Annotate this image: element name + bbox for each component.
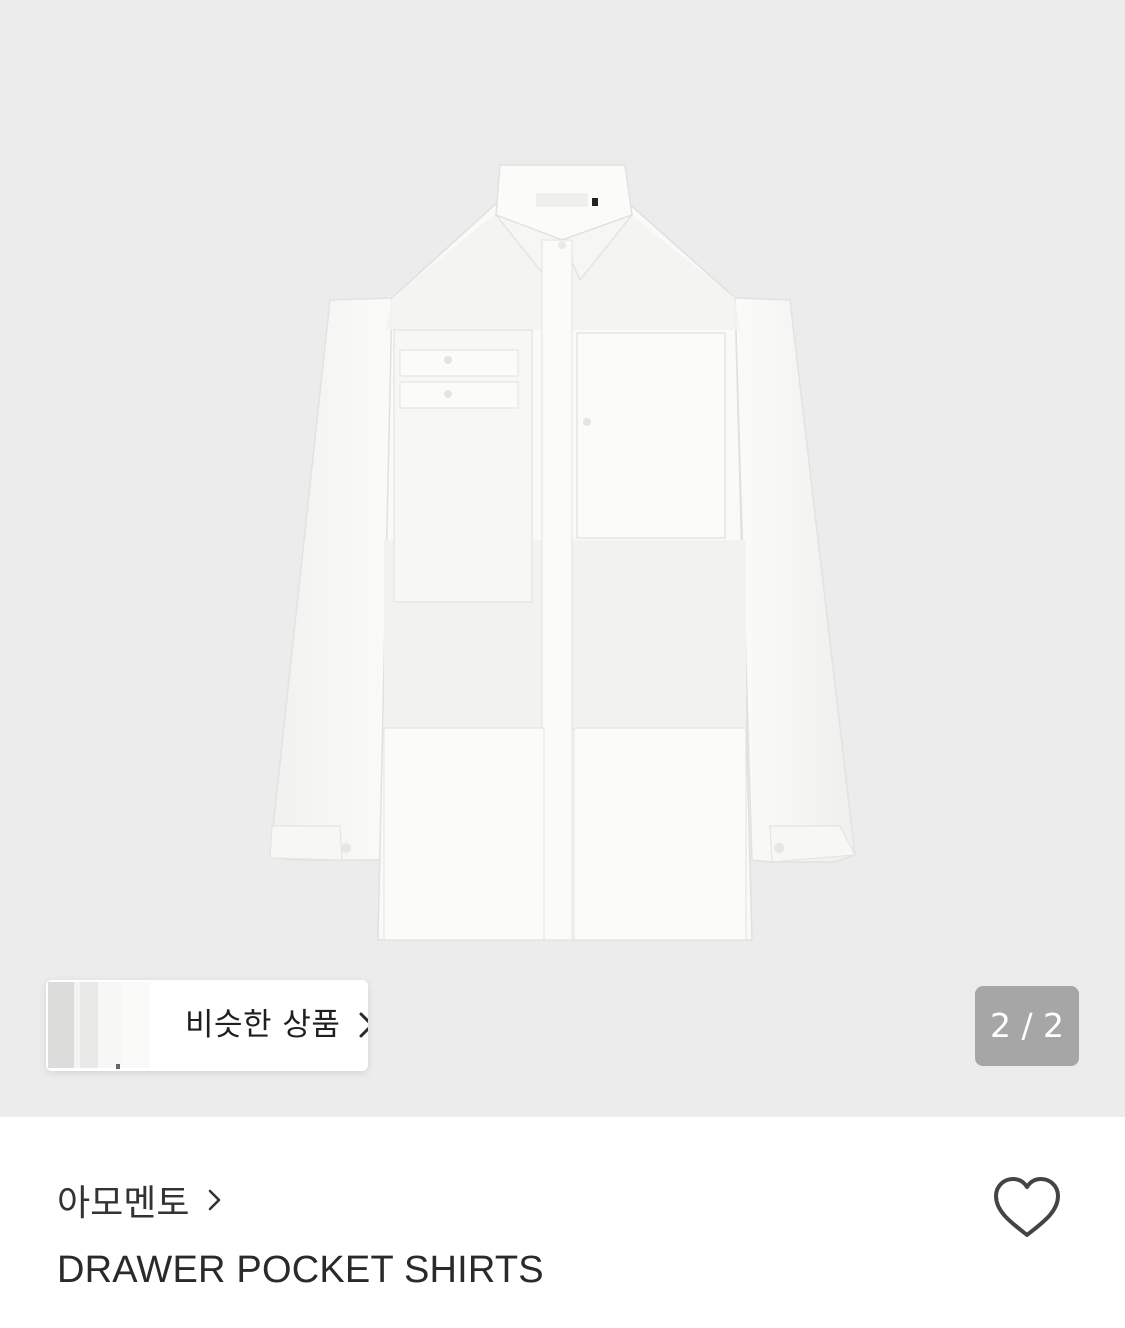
chevron-right-icon: [359, 1012, 368, 1038]
product-image-gallery[interactable]: 비슷한 상품 2 / 2: [0, 0, 1125, 1117]
image-page-counter: 2 / 2: [975, 986, 1079, 1066]
heart-outline-icon[interactable]: [990, 1172, 1064, 1246]
product-title: DRAWER POCKET SHIRTS: [57, 1249, 544, 1291]
brand-link[interactable]: 아모멘토: [57, 1170, 225, 1230]
similar-products-thumbnails: [46, 980, 150, 1071]
product-image-white-shirt[interactable]: [0, 0, 1125, 1117]
brand-name: 아모멘토: [57, 1183, 190, 1224]
similar-products-button[interactable]: 비슷한 상품: [46, 980, 368, 1071]
chevron-right-icon: [209, 1189, 221, 1211]
similar-products-label: 비슷한 상품: [185, 1007, 341, 1043]
